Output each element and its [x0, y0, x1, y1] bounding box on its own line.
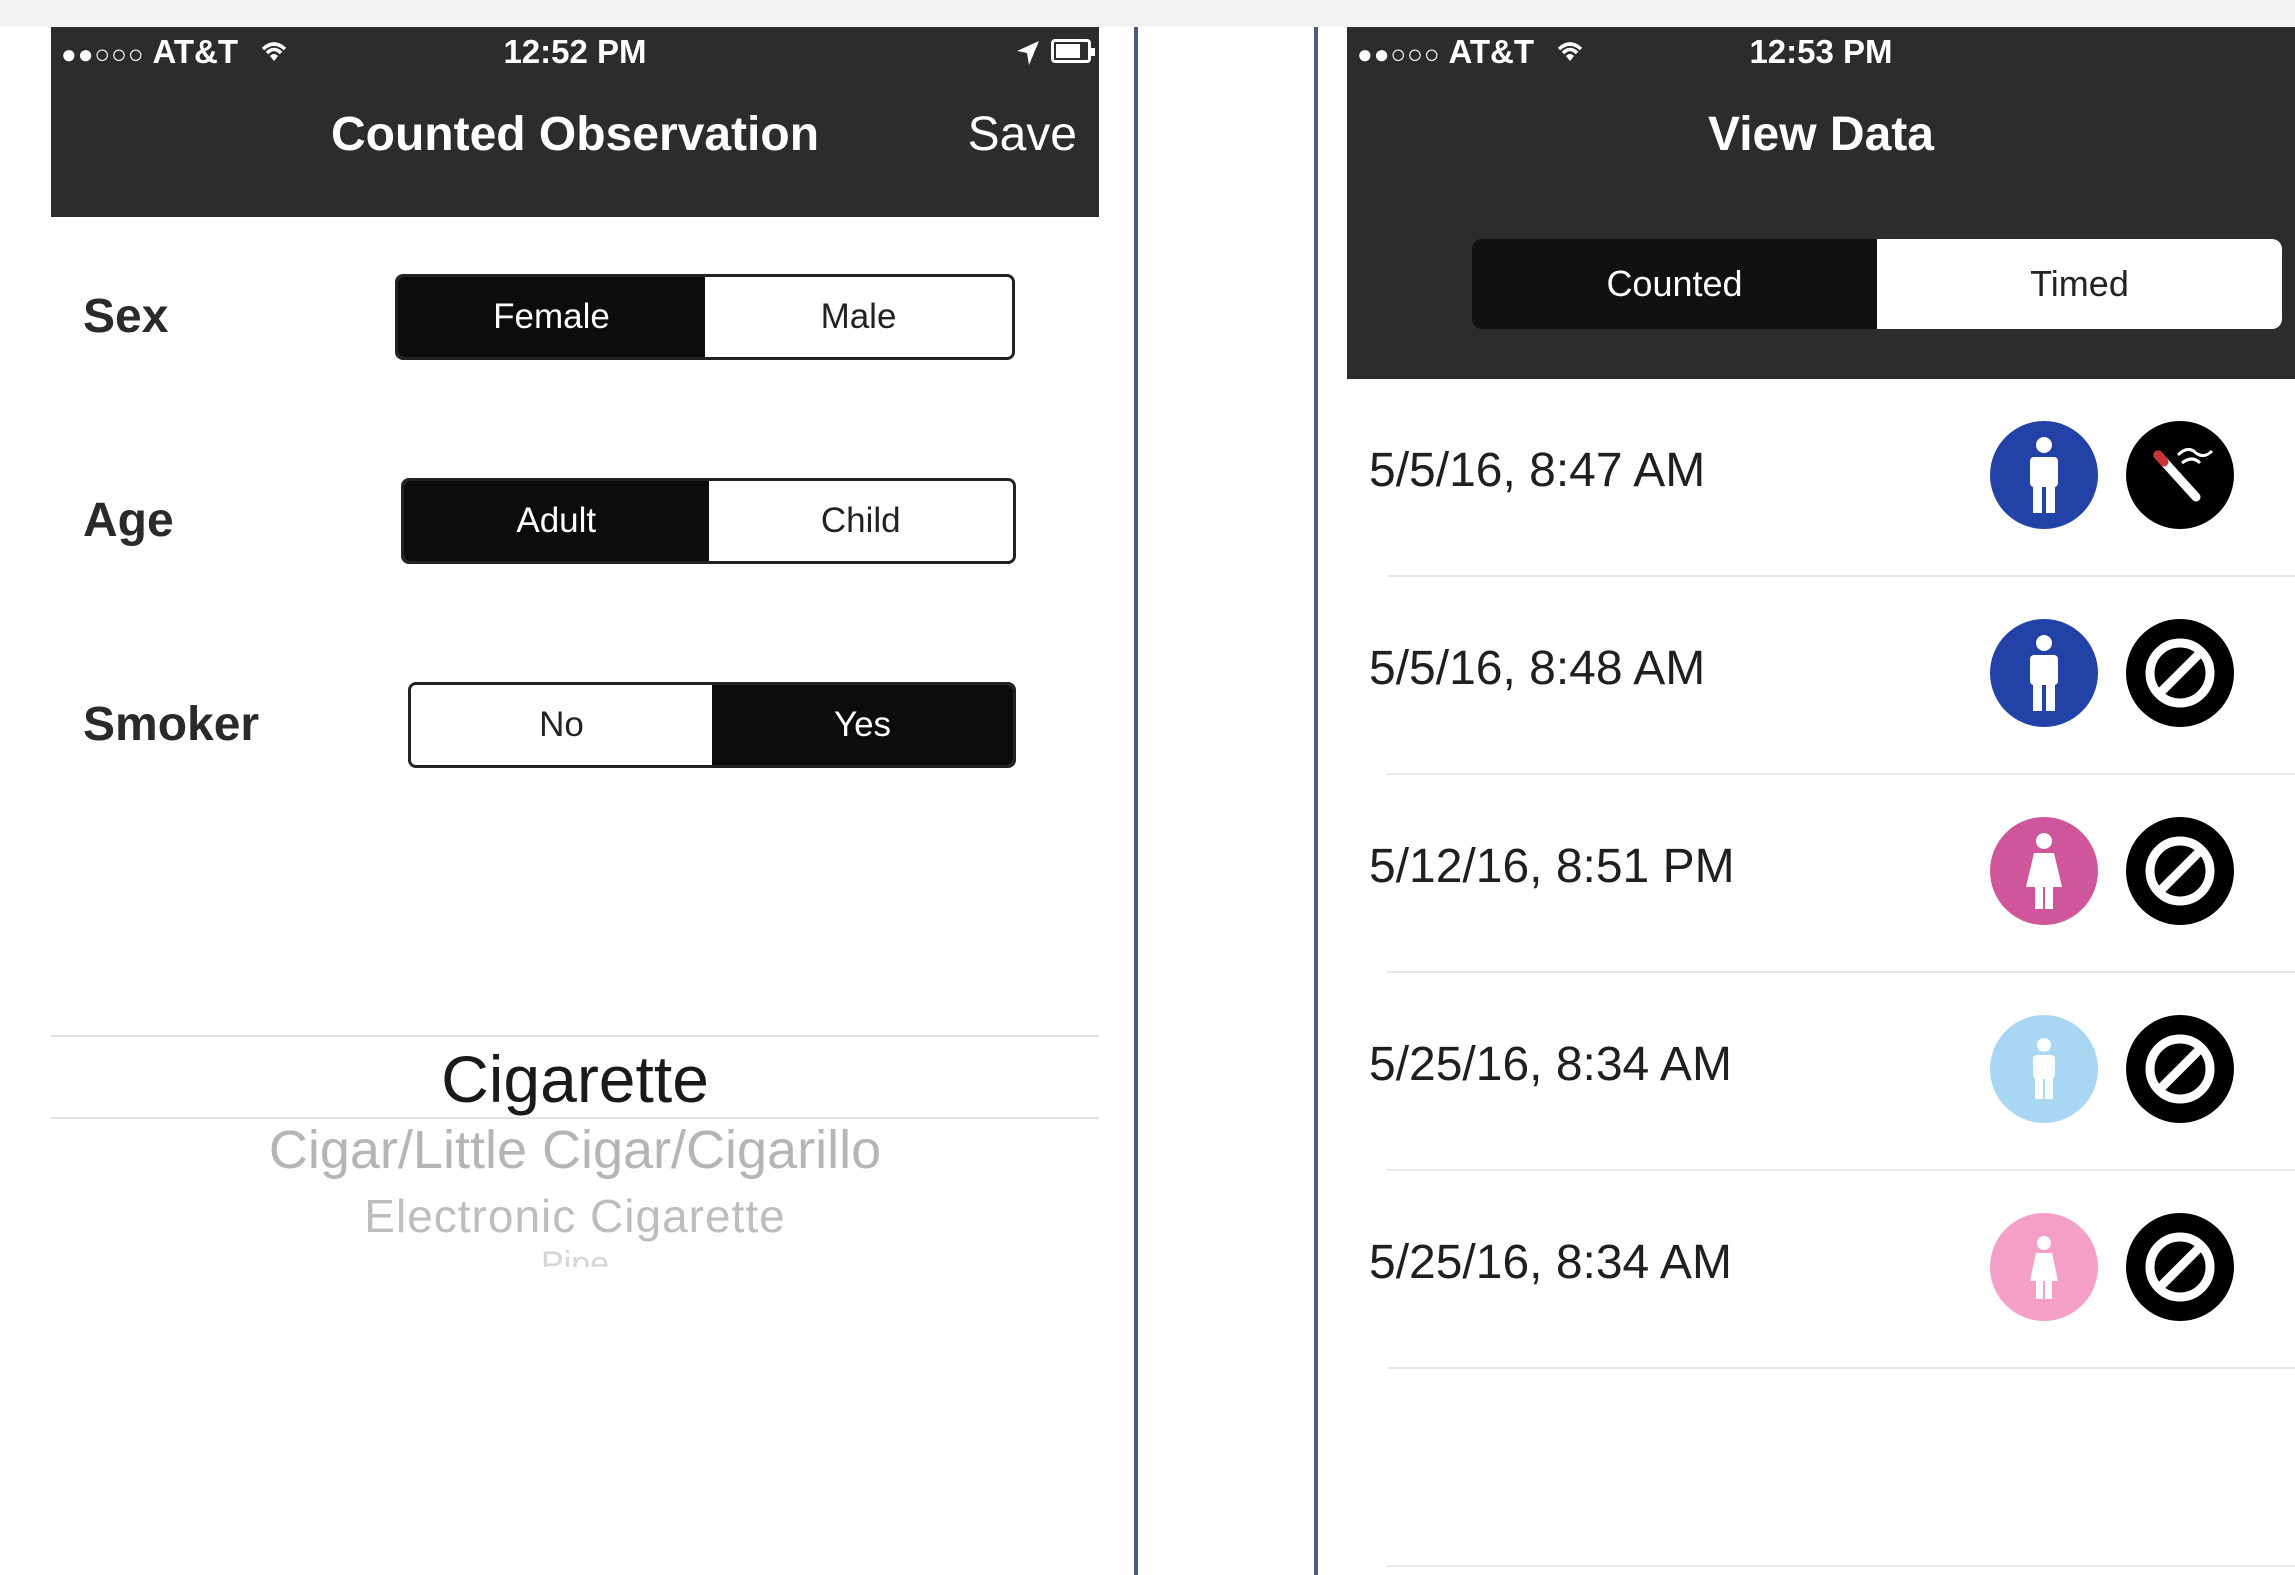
picker-top-line: [51, 1035, 1099, 1037]
picker-item[interactable]: Cigar/Little Cigar/Cigarillo: [51, 1119, 1099, 1181]
segment-child[interactable]: Child: [708, 481, 1013, 561]
cigarette-icon: [2126, 421, 2234, 529]
segment-male[interactable]: Male: [705, 277, 1012, 357]
male-icon: [1990, 421, 2098, 529]
picker-selected-item[interactable]: Cigarette: [51, 1041, 1099, 1117]
age-label: Age: [83, 494, 174, 547]
save-button[interactable]: Save: [968, 107, 1077, 162]
page-title: Counted Observation: [330, 108, 820, 161]
status-time: 12:53 PM: [1749, 33, 1893, 70]
smoker-segmented-control: No Yes: [408, 682, 1016, 768]
male-icon: [1990, 1015, 2098, 1123]
status-time: 12:52 PM: [503, 33, 647, 70]
nav-bar: View Data: [1347, 79, 2295, 379]
female-icon: [1990, 817, 2098, 925]
no-smoking-icon: [2126, 817, 2234, 925]
female-icon: [1990, 1213, 2098, 1321]
segment-adult[interactable]: Adult: [404, 481, 709, 561]
smoker-label: Smoker: [83, 698, 260, 751]
status-bar: ●●○○○ AT&T 12:52 PM: [51, 27, 1099, 79]
list-item[interactable]: 5/25/16, 8:34 AM: [1347, 973, 2295, 1171]
observation-time: 5/5/16, 8:48 AM: [1369, 642, 1706, 695]
list-item[interactable]: 5/12/16, 8:51 PM: [1347, 775, 2295, 973]
segment-female[interactable]: Female: [398, 277, 705, 357]
page-title: View Data: [1708, 108, 1934, 161]
divider-line: [1134, 27, 1138, 1575]
observation-time: 5/25/16, 8:34 AM: [1369, 1236, 1732, 1289]
view-data-screen: ●●○○○ AT&T 12:53 PM View Data Counted Ti…: [1347, 27, 2295, 1575]
list-item[interactable]: 5/25/16, 8:34 AM: [1347, 1171, 2295, 1369]
sex-segmented-control: Female Male: [395, 274, 1015, 360]
sex-label: Sex: [83, 290, 169, 343]
divider-line: [1314, 27, 1318, 1575]
observation-time: 5/5/16, 8:47 AM: [1369, 444, 1706, 497]
row-divider: [1387, 1565, 2295, 1567]
picker-item[interactable]: Electronic Cigarette: [51, 1189, 1099, 1243]
male-icon: [1990, 619, 2098, 727]
observation-time: 5/12/16, 8:51 PM: [1369, 840, 1735, 893]
list-item[interactable]: 5/5/16, 8:47 AM: [1347, 379, 2295, 577]
tab-counted[interactable]: Counted: [1472, 239, 1877, 329]
age-segmented-control: Adult Child: [401, 478, 1016, 564]
observation-time: 5/25/16, 8:34 AM: [1369, 1038, 1732, 1091]
counted-observation-screen: ●●○○○ AT&T 12:52 PM Counted Observation …: [51, 27, 1099, 1575]
nav-bar: Counted Observation Save: [51, 79, 1099, 217]
data-tabs: Counted Timed: [1472, 239, 2282, 329]
status-bar: ●●○○○ AT&T 12:53 PM: [1347, 27, 2295, 79]
no-smoking-icon: [2126, 1213, 2234, 1321]
segment-no[interactable]: No: [411, 685, 712, 765]
no-smoking-icon: [2126, 1015, 2234, 1123]
picker-item[interactable]: Pipe: [51, 1245, 1099, 1267]
list-item[interactable]: 5/5/16, 8:48 AM: [1347, 577, 2295, 775]
location-arrow-icon: [1015, 37, 1041, 75]
segment-yes[interactable]: Yes: [712, 685, 1013, 765]
top-strip: [0, 0, 2295, 27]
empty-list-item: [1347, 1369, 2295, 1567]
battery-icon: [1051, 39, 1095, 63]
no-smoking-icon: [2126, 619, 2234, 727]
tab-timed[interactable]: Timed: [1877, 239, 2282, 329]
